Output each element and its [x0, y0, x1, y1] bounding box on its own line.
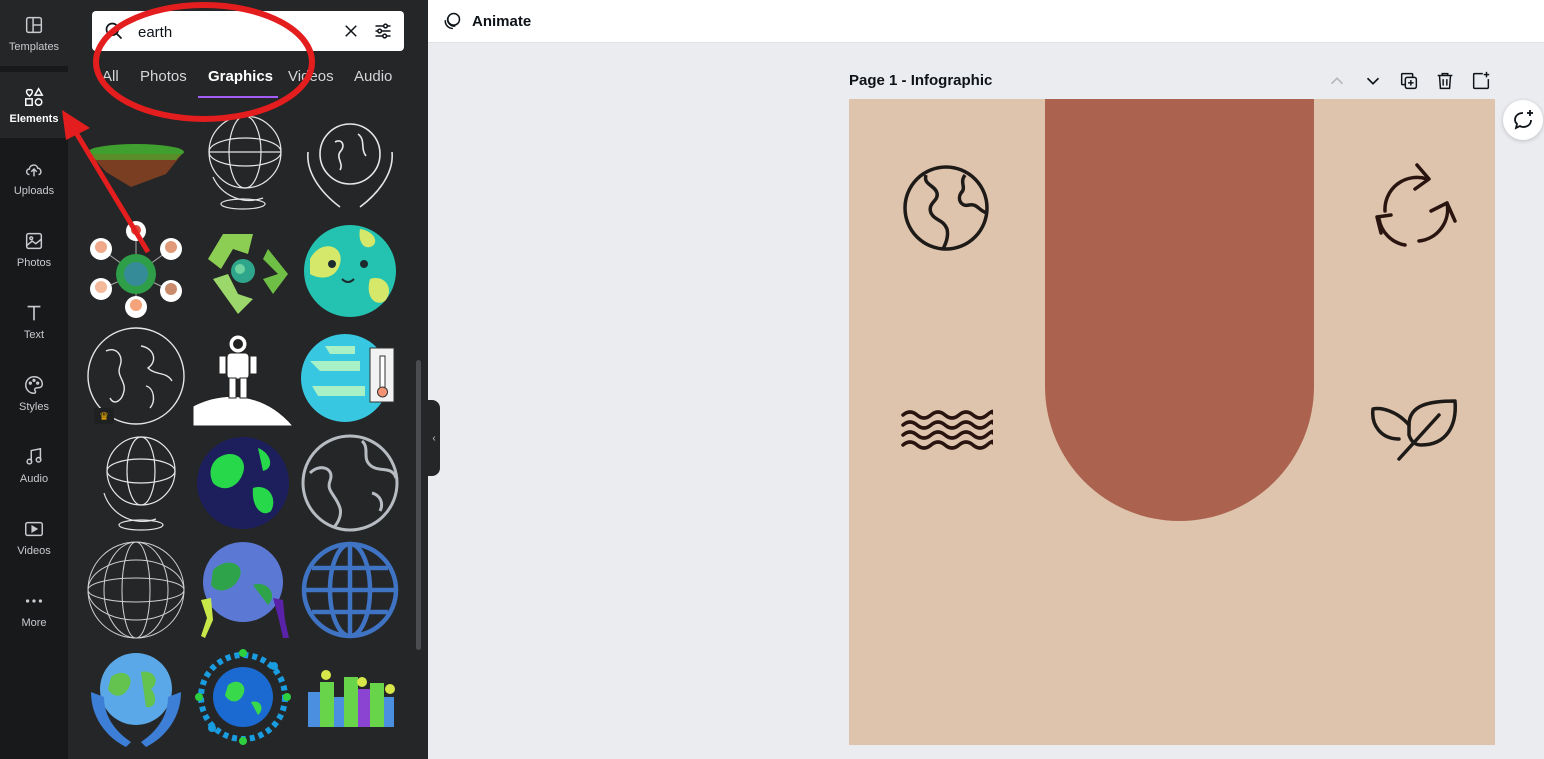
- more-dots-icon: [25, 598, 43, 603]
- tab-audio[interactable]: Audio: [354, 68, 392, 85]
- leaf-icon[interactable]: [1369, 395, 1461, 463]
- close-icon[interactable]: [342, 22, 360, 40]
- rail-label: Templates: [8, 40, 60, 53]
- trash-icon[interactable]: [1434, 70, 1456, 92]
- graphic-world-map-outline[interactable]: ♛: [86, 326, 186, 426]
- video-icon: [25, 521, 43, 536]
- top-toolbar: Animate: [428, 0, 1544, 43]
- music-note-icon: [26, 447, 42, 465]
- chevron-down-icon[interactable]: [1362, 70, 1384, 92]
- chevron-left-icon: ‹: [432, 432, 436, 444]
- duplicate-page-icon[interactable]: [1398, 70, 1420, 92]
- rail-photos[interactable]: Photos: [0, 216, 68, 282]
- shapes-icon: [25, 86, 44, 106]
- rail-label: Elements: [9, 112, 59, 125]
- rail-label: Uploads: [13, 184, 55, 197]
- rail-more[interactable]: More: [0, 576, 68, 642]
- graphic-earth-thermometer[interactable]: [300, 326, 400, 426]
- graphic-wireframe-globe-stand[interactable]: [193, 112, 293, 212]
- graphic-wireframe-sphere[interactable]: [86, 540, 186, 640]
- graphic-earth-outline-circle[interactable]: [300, 433, 400, 533]
- graphic-astronaut-on-moon[interactable]: [192, 326, 295, 427]
- rail-label: Photos: [16, 256, 52, 269]
- add-page-icon[interactable]: [1470, 70, 1492, 92]
- add-comment-button[interactable]: [1503, 100, 1543, 140]
- graphic-people-around-earth[interactable]: [193, 647, 293, 747]
- tab-photos[interactable]: Photos: [140, 68, 187, 85]
- graphic-people-carrying-earth[interactable]: [193, 540, 293, 640]
- earth-icon[interactable]: [901, 163, 991, 253]
- palette-icon: [25, 375, 43, 394]
- search-icon: [105, 22, 123, 40]
- comment-add-icon: [1514, 110, 1533, 130]
- animate-label: Animate: [472, 12, 532, 30]
- animate-button[interactable]: Animate: [442, 8, 531, 34]
- graphic-earth-in-hands-outline[interactable]: [300, 112, 400, 212]
- panel-scrollbar[interactable]: [416, 360, 421, 650]
- tab-active-indicator: [198, 96, 278, 98]
- graphic-green-earth-navy[interactable]: [193, 433, 293, 533]
- premium-crown-icon: ♛: [94, 408, 114, 424]
- rail-label: Videos: [17, 544, 51, 557]
- tab-all[interactable]: All: [102, 68, 119, 85]
- rail-audio[interactable]: Audio: [0, 432, 68, 498]
- chevron-up-icon[interactable]: [1326, 70, 1348, 92]
- water-waves-icon[interactable]: [901, 407, 993, 453]
- rail-label: Styles: [19, 400, 49, 413]
- graphic-people-network-earth[interactable]: [86, 219, 186, 319]
- graphic-blue-globe-grid[interactable]: [300, 540, 400, 640]
- page-title[interactable]: Page 1 - Infographic: [849, 72, 992, 89]
- graphic-smiling-earth[interactable]: [300, 219, 400, 319]
- graphics-grid: ♛: [86, 112, 408, 759]
- rail-label: Audio: [19, 472, 49, 485]
- collapse-panel-button[interactable]: ‹: [428, 400, 440, 476]
- rail-videos[interactable]: Videos: [0, 504, 68, 570]
- filter-sliders-icon[interactable]: [373, 21, 393, 41]
- graphic-floating-island[interactable]: [86, 112, 186, 212]
- rail-uploads[interactable]: Uploads: [0, 144, 68, 210]
- rail-label: More: [21, 616, 47, 629]
- animate-icon: [444, 12, 461, 30]
- elements-panel: All Photos Graphics Videos Audio ♛: [68, 0, 428, 759]
- rail-styles[interactable]: Styles: [0, 360, 68, 426]
- rail-templates[interactable]: Templates: [0, 0, 68, 66]
- rail-label: Text: [23, 328, 45, 341]
- left-rail: Templates Elements Uploads Photos Text S…: [0, 0, 68, 759]
- category-tabs: All Photos Graphics Videos Audio: [92, 60, 412, 98]
- recycle-icon[interactable]: [1369, 159, 1459, 253]
- graphic-recycle-earth[interactable]: [193, 219, 293, 319]
- design-canvas[interactable]: [849, 99, 1495, 745]
- graphic-wireframe-globe-stand-2[interactable]: [86, 433, 186, 533]
- templates-icon: [25, 16, 43, 33]
- upload-cloud-icon: [25, 163, 42, 176]
- page-tools: [1326, 70, 1496, 92]
- search-input[interactable]: [136, 21, 330, 43]
- search-box: [92, 11, 404, 51]
- arch-shape[interactable]: [1045, 99, 1314, 521]
- rail-text[interactable]: Text: [0, 288, 68, 354]
- graphic-earth-in-blue-hands[interactable]: [86, 647, 186, 747]
- rail-elements[interactable]: Elements: [0, 72, 68, 138]
- graphic-green-city[interactable]: [300, 647, 400, 747]
- tab-videos[interactable]: Videos: [288, 68, 334, 85]
- text-icon: [27, 305, 41, 320]
- photo-icon: [25, 232, 43, 249]
- tab-graphics[interactable]: Graphics: [208, 68, 273, 85]
